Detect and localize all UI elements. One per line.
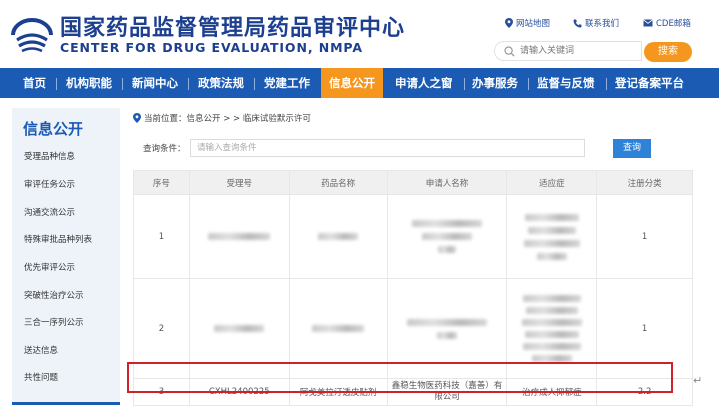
sidebar-item-common-issues[interactable]: 共性问题 [24, 371, 58, 383]
header-indication: 适应症 [506, 170, 598, 195]
nav-divider [122, 78, 123, 90]
table-row[interactable]: 1 1 [133, 194, 693, 279]
sidebar-item-delivery-info[interactable]: 送达信息 [24, 344, 58, 356]
main-nav: 首页 机构职能 新闻中心 政策法规 党建工作 信息公开 申请人之窗 办事服务 监… [0, 68, 719, 98]
header-applicant: 申请人名称 [386, 170, 508, 195]
breadcrumb-text: 当前位置：信息公开 > > 临床试验默示许可 [144, 114, 311, 124]
search-icon [504, 46, 515, 57]
nav-divider [56, 78, 57, 90]
cell-accept-no-redacted [188, 194, 290, 279]
return-mark: ↵ [693, 374, 703, 387]
nav-supervision[interactable]: 监督与反馈 [537, 68, 595, 98]
sitemap-link-label: 网站地图 [516, 19, 551, 29]
header-index: 序号 [133, 170, 190, 195]
cde-logo-icon[interactable] [10, 18, 54, 54]
sidebar-item-accepted-varieties[interactable]: 受理品种信息 [24, 150, 75, 162]
site-title-cn: 国家药品监督管理局药品审评中心 [60, 16, 406, 41]
table-header-row: 序号 受理号 药品名称 申请人名称 适应症 注册分类 [133, 170, 693, 195]
phone-icon [573, 19, 582, 27]
nav-divider [606, 78, 607, 90]
nav-divider [528, 78, 529, 90]
nav-divider [188, 78, 189, 90]
nav-news[interactable]: 新闻中心 [132, 68, 178, 98]
sidebar: 信息公开 受理品种信息 审评任务公示 沟通交流公示 特殊审批品种列表 优先审评公… [12, 108, 120, 405]
header-accept-no: 受理号 [188, 170, 290, 195]
site-title-en: CENTER FOR DRUG EVALUATION, NMPA [60, 40, 363, 55]
highlight-box [127, 362, 673, 393]
location-pin-icon [133, 113, 141, 123]
nav-policies[interactable]: 政策法规 [198, 68, 244, 98]
cell-drug-name-redacted [288, 194, 388, 279]
filter-label: 查询条件： [143, 144, 186, 154]
email-link[interactable]: CDE邮箱 [643, 17, 691, 29]
sidebar-title: 信息公开 [23, 120, 84, 138]
breadcrumb: 当前位置：信息公开 > > 临床试验默示许可 [133, 112, 311, 124]
mail-icon [643, 19, 653, 27]
search-input[interactable] [520, 44, 635, 58]
cell-index: 1 [133, 194, 190, 279]
location-pin-icon [505, 18, 513, 28]
sidebar-item-three-in-one[interactable]: 三合一序列公示 [24, 316, 84, 328]
sidebar-item-communication[interactable]: 沟通交流公示 [24, 206, 75, 218]
nav-divider [464, 78, 465, 90]
email-link-label: CDE邮箱 [656, 19, 691, 29]
cell-indication-redacted [506, 194, 598, 279]
sitemap-link[interactable]: 网站地图 [505, 17, 550, 29]
sidebar-item-review-tasks[interactable]: 审评任务公示 [24, 178, 75, 190]
filter-row: 查询条件： 请输入查询条件 查询 [133, 136, 673, 160]
cell-applicant-redacted [386, 194, 508, 279]
query-button[interactable]: 查询 [613, 139, 651, 158]
nav-home[interactable]: 首页 [23, 68, 46, 98]
search-box [494, 41, 642, 61]
nav-functions[interactable]: 机构职能 [66, 68, 112, 98]
nav-registration-platform[interactable]: 登记备案平台 [615, 68, 684, 98]
contact-link-label: 联系我们 [585, 19, 620, 29]
header-drug-name: 药品名称 [288, 170, 388, 195]
nav-info-disclosure[interactable]: 信息公开 [321, 68, 383, 98]
nav-applicant-window[interactable]: 申请人之窗 [395, 68, 453, 98]
search-button[interactable]: 搜索 [644, 42, 692, 62]
sidebar-item-priority-review[interactable]: 优先审评公示 [24, 261, 75, 273]
sidebar-item-special-approval[interactable]: 特殊审批品种列表 [24, 233, 92, 245]
contact-link[interactable]: 联系我们 [573, 17, 619, 29]
filter-input[interactable]: 请输入查询条件 [190, 139, 585, 157]
sidebar-item-breakthrough-therapy[interactable]: 突破性治疗公示 [24, 289, 84, 301]
cell-category: 1 [596, 194, 693, 279]
header-category: 注册分类 [596, 170, 693, 195]
nav-services[interactable]: 办事服务 [472, 68, 518, 98]
nav-party-building[interactable]: 党建工作 [264, 68, 310, 98]
nav-divider [254, 78, 255, 90]
site-header: 国家药品监督管理局药品审评中心 CENTER FOR DRUG EVALUATI… [0, 0, 719, 68]
